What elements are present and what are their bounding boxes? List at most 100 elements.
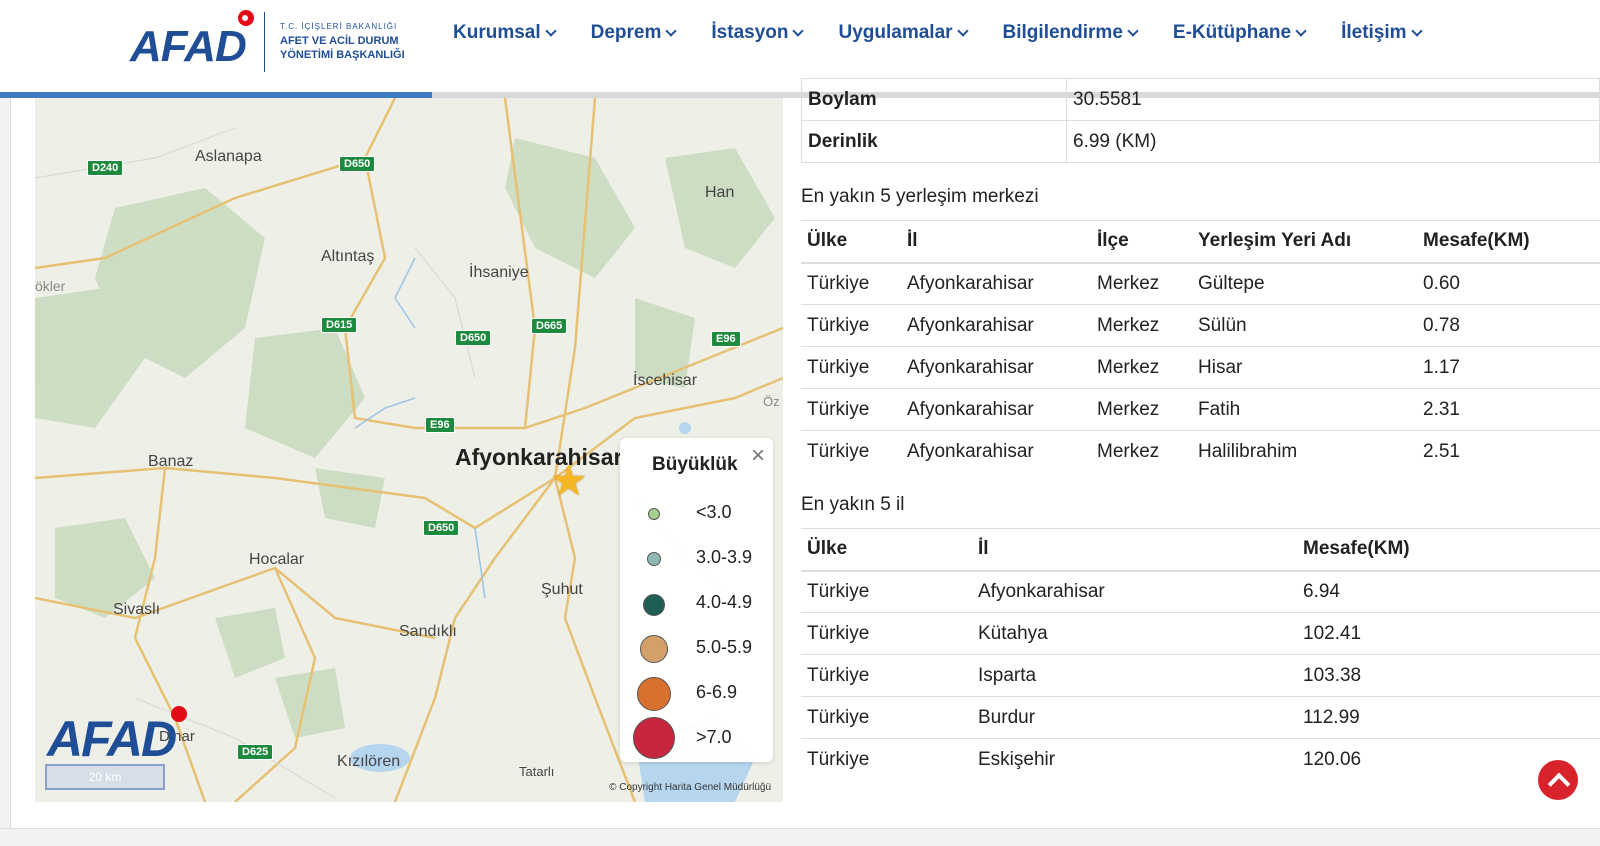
nav-label: Kurumsal — [453, 22, 541, 43]
table-row: Türkiye Kütahya 102.41 — [801, 612, 1600, 655]
nav-label: İstasyon — [711, 22, 789, 43]
road-sign: D615 — [321, 317, 358, 333]
road-sign: E96 — [711, 331, 741, 347]
logo-subtitle: T.C. İÇİŞLERİ BAKANLIĞI AFET VE ACİL DUR… — [280, 20, 405, 62]
map-place-label: Altıntaş — [321, 248, 375, 265]
logo-wordmark: AFAD — [130, 22, 247, 71]
nav-label: Bilgilendirme — [1002, 22, 1123, 43]
nav-label: E-Kütüphane — [1172, 22, 1292, 43]
road-sign: D650 — [339, 156, 376, 172]
column-header: İl — [901, 220, 1091, 264]
scroll-to-top-button[interactable] — [1538, 760, 1578, 800]
table-cell: Türkiye — [801, 738, 972, 781]
epicenter-star-icon[interactable]: ★ — [550, 460, 588, 502]
table-cell: Türkiye — [801, 346, 901, 389]
legend-label: 6-6.9 — [696, 682, 738, 702]
map-place-label: Öz — [763, 394, 780, 409]
table-cell: 2.31 — [1417, 388, 1600, 431]
column-header: İlçe — [1091, 220, 1192, 264]
nav-label: Deprem — [590, 22, 662, 43]
nav-kurumsal[interactable]: Kurumsal — [453, 22, 557, 44]
table-cell: 6.94 — [1297, 570, 1600, 613]
chevron-down-icon — [956, 25, 969, 37]
nav-uygulamalar[interactable]: Uygulamalar — [838, 22, 969, 44]
column-header: Mesafe(KM) — [1297, 528, 1600, 572]
map-scale-bar: 20 km — [45, 764, 165, 790]
column-header: İl — [972, 528, 1297, 572]
nav-deprem[interactable]: Deprem — [590, 22, 678, 44]
table-cell: Gültepe — [1192, 262, 1417, 305]
table-cell: Merkez — [1091, 304, 1192, 347]
provinces-table: Ülke İl Mesafe(KM) Türkiye Afyonkarahisa… — [801, 528, 1600, 781]
table-cell: Afyonkarahisar — [901, 262, 1091, 305]
map-place-label: İscehisar — [633, 372, 698, 389]
table-cell: Afyonkarahisar — [901, 430, 1091, 473]
magnitude-dot-icon — [643, 594, 665, 616]
column-header: Ülke — [801, 528, 972, 572]
table-cell: 1.17 — [1417, 346, 1600, 389]
turkish-flag-icon — [238, 10, 254, 26]
table-cell: Merkez — [1091, 430, 1192, 473]
legend-item: >7.0 — [620, 717, 773, 759]
detail-table: Boylam 30.5581 Derinlik 6.99 (KM) — [801, 78, 1600, 163]
table-cell: 103.38 — [1297, 654, 1600, 697]
table-cell: Merkez — [1091, 346, 1192, 389]
chevron-down-icon — [1127, 25, 1139, 37]
table-cell: Türkiye — [801, 612, 972, 655]
table-row: Türkiye Afyonkarahisar 6.94 — [801, 570, 1600, 613]
table-row: Türkiye Afyonkarahisar Merkez Halilibrah… — [801, 430, 1600, 473]
boylam-label: Boylam — [801, 78, 1067, 121]
table-cell: Türkiye — [801, 570, 972, 613]
table-row: Türkiye Afyonkarahisar Merkez Hisar 1.17 — [801, 346, 1600, 389]
table-row: Türkiye Isparta 103.38 — [801, 654, 1600, 697]
table-cell: Burdur — [972, 696, 1297, 739]
legend-item: 4.0-4.9 — [620, 584, 773, 624]
table-row: Boylam 30.5581 — [801, 78, 1600, 121]
table-cell: Sülün — [1192, 304, 1417, 347]
legend-label: 4.0-4.9 — [696, 592, 753, 612]
table-cell: Merkez — [1091, 262, 1192, 305]
table-header-row: Ülke İl İlçe Yerleşim Yeri Adı Mesafe(KM… — [801, 220, 1600, 264]
legend-label: <3.0 — [696, 502, 732, 522]
table-row: Türkiye Eskişehir 120.06 — [801, 738, 1600, 781]
provinces-title: En yakın 5 il — [801, 494, 905, 515]
map-place-label: Tatarlı — [519, 764, 555, 779]
road-sign: D665 — [531, 318, 568, 334]
map-place-label: Aslanapa — [195, 148, 262, 165]
nav-e-kutuphane[interactable]: E-Kütüphane — [1172, 22, 1307, 44]
table-cell: Kütahya — [972, 612, 1297, 655]
nav-iletisim[interactable]: İletişim — [1341, 22, 1423, 44]
map-afad-logo: AFAD — [47, 711, 177, 767]
table-row: Türkiye Afyonkarahisar Merkez Gültepe 0.… — [801, 262, 1600, 305]
table-cell: 102.41 — [1297, 612, 1600, 655]
legend-label: 5.0-5.9 — [696, 637, 753, 657]
legend-label: >7.0 — [696, 727, 732, 747]
magnitude-dot-icon — [647, 552, 661, 566]
column-header: Mesafe(KM) — [1417, 220, 1600, 264]
derinlik-label: Derinlik — [801, 120, 1067, 163]
road-sign: D650 — [455, 330, 492, 346]
column-header: Ülke — [801, 220, 901, 264]
settlements-title: En yakın 5 yerleşim merkezi — [801, 186, 1039, 207]
nav-istasyon[interactable]: İstasyon — [711, 22, 805, 44]
magnitude-dot-icon — [648, 508, 660, 520]
close-icon[interactable]: × — [751, 442, 765, 470]
table-cell: Halilibrahim — [1192, 430, 1417, 473]
table-cell: Afyonkarahisar — [901, 346, 1091, 389]
road-sign: D625 — [237, 744, 274, 760]
map-place-label: Kızılören — [337, 753, 401, 770]
table-row: Derinlik 6.99 (KM) — [801, 120, 1600, 163]
logo-divider — [264, 12, 265, 72]
nav-bilgilendirme[interactable]: Bilgilendirme — [1002, 22, 1139, 44]
map-place-label: Hocalar — [249, 551, 305, 568]
afad-logo[interactable]: AFAD T.C. İÇİŞLERİ BAKANLIĞI AFET VE ACİ… — [130, 10, 410, 74]
table-cell: 2.51 — [1417, 430, 1600, 473]
table-cell: Türkiye — [801, 388, 901, 431]
chevron-down-icon — [665, 25, 678, 37]
earthquake-map[interactable]: Aslanapa Han Altıntaş İhsaniye İscehisar… — [35, 98, 783, 802]
table-cell: Afyonkarahisar — [901, 304, 1091, 347]
logo-ministry: T.C. İÇİŞLERİ BAKANLIĞI — [280, 22, 398, 31]
horizontal-scrollbar[interactable] — [0, 828, 1600, 846]
chevron-down-icon — [792, 25, 805, 37]
road-sign: D650 — [423, 520, 460, 536]
